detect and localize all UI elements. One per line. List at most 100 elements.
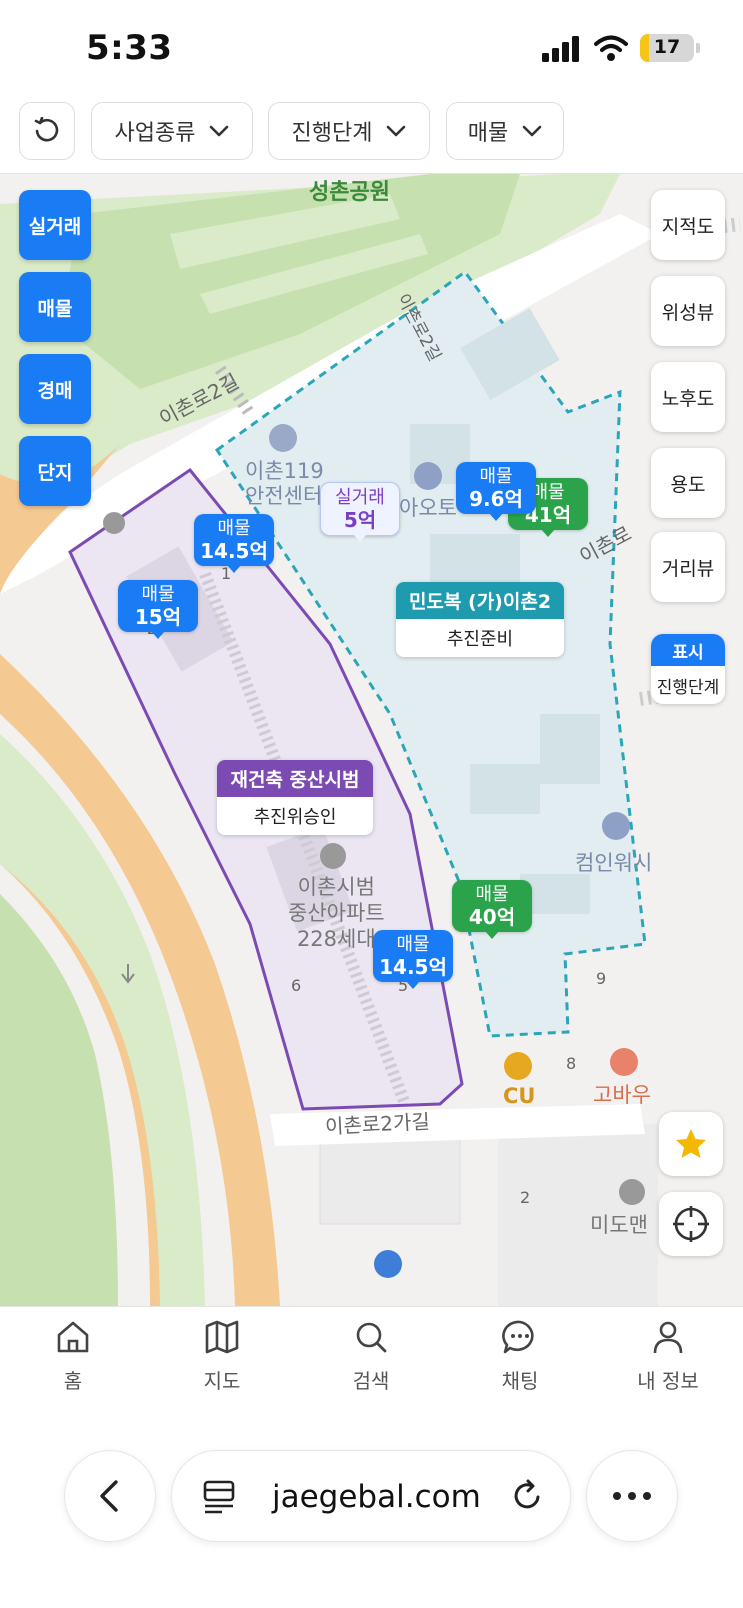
reload-icon[interactable] (510, 1477, 546, 1515)
project-label[interactable]: 재건축 중산시범 추진위승인 (217, 760, 373, 835)
nav-chat[interactable]: 채팅 (465, 1317, 575, 1394)
back-button[interactable] (64, 1450, 156, 1542)
progress-stage-toggle[interactable]: 표시 진행단계 (651, 634, 725, 704)
signal-icon (542, 36, 579, 62)
nav-home[interactable]: 홈 (18, 1317, 128, 1394)
more-icon (613, 1492, 651, 1500)
status-bar: 5:33 17 (0, 0, 743, 98)
marker-type: 매물 (141, 584, 175, 605)
price-marker[interactable]: 매물 40억 (452, 880, 532, 939)
marker-type: 매물 (479, 466, 513, 487)
project-title: 재건축 중산시범 (217, 760, 373, 797)
satellite-view-button[interactable]: 위성뷰 (651, 276, 725, 346)
business-type-label: 사업종류 (114, 121, 196, 146)
url-text: jaegebal.com (272, 1479, 481, 1515)
poi-apartment-line2: 중산아파트 (288, 901, 385, 925)
nav-label: 지도 (203, 1369, 241, 1393)
more-button[interactable] (586, 1450, 678, 1542)
poi-cu: CU (503, 1084, 536, 1108)
road-label: 이촌로2가길 (324, 1109, 431, 1139)
nav-label: 내 정보 (637, 1369, 699, 1393)
chevron-left-icon (100, 1480, 118, 1512)
chevron-down-icon (387, 125, 406, 137)
layer-complex-button[interactable]: 단지 (19, 436, 91, 506)
street-view-button[interactable]: 거리뷰 (651, 532, 725, 602)
project-stage: 추진위승인 (217, 797, 373, 835)
poi-mido: 미도맨 (590, 1213, 648, 1237)
toggle-state: 표시 (651, 634, 725, 666)
clock: 5:33 (86, 28, 173, 68)
battery-icon: 17 (640, 34, 694, 62)
chevron-down-icon (522, 125, 542, 137)
poi-fire-station-line1: 이촌119 (245, 459, 324, 483)
aging-map-button[interactable]: 노후도 (651, 362, 725, 432)
nav-search[interactable]: 검색 (316, 1317, 426, 1394)
nav-map[interactable]: 지도 (167, 1317, 277, 1394)
zoning-map-button[interactable]: 용도 (651, 448, 725, 518)
layer-auctions-button[interactable]: 경매 (19, 354, 91, 424)
progress-stage-dropdown[interactable]: 진행단계 (268, 102, 430, 160)
project-label[interactable]: 민도복 (가)이촌2 추진준비 (396, 582, 564, 657)
price-marker[interactable]: 매물 9.6억 (456, 462, 536, 521)
marker-type: 매물 (475, 884, 509, 905)
reset-button[interactable] (19, 102, 75, 160)
home-icon (57, 1321, 89, 1353)
map-icon (205, 1320, 239, 1354)
poi-carwash: 컴인워시 (575, 851, 653, 875)
toggle-label: 진행단계 (656, 677, 720, 698)
marker-type: 실거래 (335, 487, 385, 508)
person-icon (653, 1321, 683, 1354)
map-view[interactable]: 성촌공원 이촌로2길 이촌로2길 이촌로 이촌로2가길 이촌119 안전센터 아… (0, 174, 743, 1306)
filter-bar: 사업종류 진행단계 매물 (0, 98, 743, 174)
listing-dropdown[interactable]: 매물 (446, 102, 564, 160)
favorite-button[interactable] (659, 1112, 723, 1176)
marker-price: 14.5억 (200, 539, 268, 563)
nav-label: 검색 (352, 1369, 390, 1393)
project-stage: 추진준비 (396, 619, 564, 657)
price-marker[interactable]: 매물 14.5억 (373, 930, 453, 989)
poi-apartment-line1: 이촌시범 (297, 875, 375, 899)
lot-number: 6 (291, 976, 302, 995)
nav-label: 채팅 (501, 1369, 539, 1393)
browser-toolbar: jaegebal.com (0, 1416, 743, 1608)
poi-auto: 아오토 (399, 496, 457, 520)
nav-profile[interactable]: 내 정보 (613, 1317, 723, 1394)
refresh-icon (34, 117, 59, 142)
nav-label: 홈 (63, 1369, 83, 1393)
marker-type: 매물 (217, 518, 251, 539)
layer-transactions-button[interactable]: 실거래 (19, 190, 91, 260)
battery-level: 17 (653, 36, 681, 58)
marker-type: 매물 (396, 934, 430, 955)
marker-price: 15억 (134, 605, 182, 629)
marker-type: 매물 (531, 482, 565, 503)
park-label: 성촌공원 (309, 180, 390, 205)
listing-label: 매물 (467, 121, 509, 146)
business-type-dropdown[interactable]: 사업종류 (91, 102, 253, 160)
battery-tip (696, 43, 700, 53)
poi-fire-station-line2: 안전센터 (245, 484, 323, 508)
price-marker[interactable]: 매물 15억 (118, 580, 198, 639)
poi-apartment-line3: 228세대 (296, 927, 376, 951)
address-bar[interactable]: jaegebal.com (171, 1450, 571, 1542)
price-marker[interactable]: 매물 14.5억 (194, 514, 274, 573)
poi-fire-station: 이촌119 안전센터 (245, 459, 324, 509)
marker-price: 9.6억 (469, 487, 523, 511)
crosshair-icon (673, 1206, 709, 1242)
star-icon (676, 1129, 706, 1158)
lot-number: 9 (596, 969, 607, 988)
chevron-down-icon (210, 125, 229, 137)
tabs-icon (203, 1480, 235, 1514)
price-marker[interactable]: 실거래 5억 (320, 482, 400, 542)
my-location-button[interactable] (659, 1192, 723, 1256)
cadastral-map-button[interactable]: 지적도 (651, 190, 725, 260)
layer-listings-button[interactable]: 매물 (19, 272, 91, 342)
progress-stage-label: 진행단계 (291, 121, 373, 146)
search-icon (356, 1322, 387, 1353)
chat-icon (502, 1320, 534, 1354)
marker-price: 5억 (343, 508, 377, 532)
marker-price: 40억 (468, 905, 516, 929)
bottom-nav: 홈 지도 검색 채팅 내 정보 (0, 1306, 743, 1416)
lot-number: 8 (566, 1054, 577, 1073)
project-title: 민도복 (가)이촌2 (396, 582, 564, 619)
poi-apartment: 이촌시범 중산아파트 228세대 (288, 874, 385, 952)
